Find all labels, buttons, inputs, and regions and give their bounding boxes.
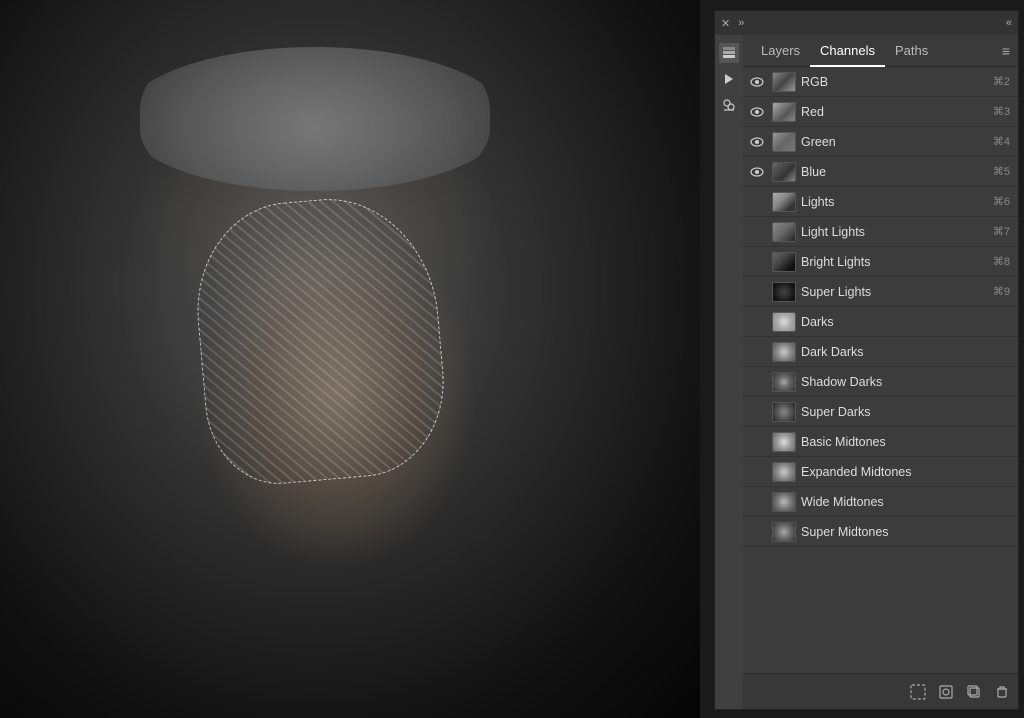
channel-thumbnail: [772, 522, 796, 542]
channel-thumbnail: [772, 492, 796, 512]
panel-footer: [743, 673, 1018, 709]
channel-name-label: Lights: [801, 195, 993, 209]
channel-row-shadow-darks[interactable]: Shadow Darks: [743, 367, 1018, 397]
channel-row-lights[interactable]: Lights⌘6: [743, 187, 1018, 217]
channel-row-wide-midtones[interactable]: Wide Midtones: [743, 487, 1018, 517]
channel-shortcut-label: ⌘7: [993, 225, 1014, 238]
channel-thumbnail: [772, 102, 796, 122]
channels-panel: ✕ » «: [714, 10, 1019, 710]
channel-name-label: Wide Midtones: [801, 495, 1010, 509]
channel-row-dark-darks[interactable]: Dark Darks: [743, 337, 1018, 367]
channel-shortcut-label: ⌘8: [993, 255, 1014, 268]
eye-visibility-icon[interactable]: [747, 137, 767, 147]
play-tool-icon[interactable]: [719, 69, 739, 89]
tool-strip: [715, 35, 743, 709]
channel-row-light-lights[interactable]: Light Lights⌘7: [743, 217, 1018, 247]
channel-thumbnail: [772, 402, 796, 422]
channel-thumbnail: [772, 342, 796, 362]
channel-name-label: Super Darks: [801, 405, 1010, 419]
channel-row-super-darks[interactable]: Super Darks: [743, 397, 1018, 427]
channel-name-label: Super Lights: [801, 285, 993, 299]
channel-thumbnail: [772, 252, 796, 272]
photo-background: [0, 0, 700, 718]
channel-shortcut-label: ⌘3: [993, 105, 1014, 118]
channel-thumbnail: [772, 222, 796, 242]
channel-thumbnail: [772, 162, 796, 182]
tab-bar: Layers Channels Paths ≡: [743, 35, 1018, 67]
channel-shortcut-label: ⌘4: [993, 135, 1014, 148]
channel-row-red[interactable]: Red⌘3: [743, 97, 1018, 127]
channel-thumbnail: [772, 72, 796, 92]
eye-visibility-icon[interactable]: [747, 77, 767, 87]
channels-list: RGB⌘2 Red⌘3 Green⌘4 Blue⌘5Lights⌘6Light …: [743, 67, 1018, 673]
tab-paths[interactable]: Paths: [885, 35, 938, 66]
channel-row-rgb[interactable]: RGB⌘2: [743, 67, 1018, 97]
save-selection-icon[interactable]: [938, 684, 954, 700]
channel-name-label: Basic Midtones: [801, 435, 1010, 449]
channel-row-super-lights[interactable]: Super Lights⌘9: [743, 277, 1018, 307]
panel-body: Layers Channels Paths ≡ RGB⌘2 Red⌘3: [715, 35, 1018, 709]
channel-name-label: Dark Darks: [801, 345, 1010, 359]
channel-name-label: Darks: [801, 315, 1010, 329]
channel-thumbnail: [772, 132, 796, 152]
tab-channels[interactable]: Channels: [810, 36, 885, 67]
channel-name-label: Expanded Midtones: [801, 465, 1010, 479]
selection-icon[interactable]: [910, 684, 926, 700]
collapse-icon[interactable]: «: [1006, 17, 1012, 29]
channel-shortcut-label: ⌘2: [993, 75, 1014, 88]
channel-thumbnail: [772, 192, 796, 212]
channel-shortcut-label: ⌘6: [993, 195, 1014, 208]
panel-topbar: ✕ » «: [715, 11, 1018, 35]
channel-row-expanded-midtones[interactable]: Expanded Midtones: [743, 457, 1018, 487]
channel-row-green[interactable]: Green⌘4: [743, 127, 1018, 157]
channel-row-basic-midtones[interactable]: Basic Midtones: [743, 427, 1018, 457]
channel-name-label: Super Midtones: [801, 525, 1010, 539]
duplicate-channel-icon[interactable]: [966, 684, 982, 700]
eye-visibility-icon[interactable]: [747, 107, 767, 117]
delete-channel-icon[interactable]: [994, 684, 1010, 700]
double-arrow-icon[interactable]: »: [738, 17, 744, 29]
channel-shortcut-label: ⌘5: [993, 165, 1014, 178]
channel-row-darks[interactable]: Darks: [743, 307, 1018, 337]
channel-thumbnail: [772, 282, 796, 302]
channel-name-label: Green: [801, 135, 993, 149]
channels-content: Layers Channels Paths ≡ RGB⌘2 Red⌘3: [743, 35, 1018, 709]
channel-thumbnail: [772, 312, 796, 332]
channel-thumbnail: [772, 432, 796, 452]
channel-row-bright-lights[interactable]: Bright Lights⌘8: [743, 247, 1018, 277]
eye-visibility-icon[interactable]: [747, 167, 767, 177]
panel-close-controls: ✕ »: [721, 17, 744, 30]
panel-menu-button[interactable]: ≡: [1002, 43, 1010, 59]
channel-name-label: Red: [801, 105, 993, 119]
channel-row-super-midtones[interactable]: Super Midtones: [743, 517, 1018, 547]
channel-name-label: Light Lights: [801, 225, 993, 239]
channel-name-label: Blue: [801, 165, 993, 179]
channel-thumbnail: [772, 462, 796, 482]
channel-name-label: Shadow Darks: [801, 375, 1010, 389]
channel-row-blue[interactable]: Blue⌘5: [743, 157, 1018, 187]
channel-thumbnail: [772, 372, 796, 392]
channel-shortcut-label: ⌘9: [993, 285, 1014, 298]
channel-name-label: RGB: [801, 75, 993, 89]
tab-layers[interactable]: Layers: [751, 35, 810, 66]
channel-name-label: Bright Lights: [801, 255, 993, 269]
panel-expand-controls: «: [1006, 17, 1012, 29]
close-icon[interactable]: ✕: [721, 17, 730, 30]
channel-mask-tool-icon[interactable]: [719, 95, 739, 115]
layers-tool-icon[interactable]: [719, 43, 739, 63]
